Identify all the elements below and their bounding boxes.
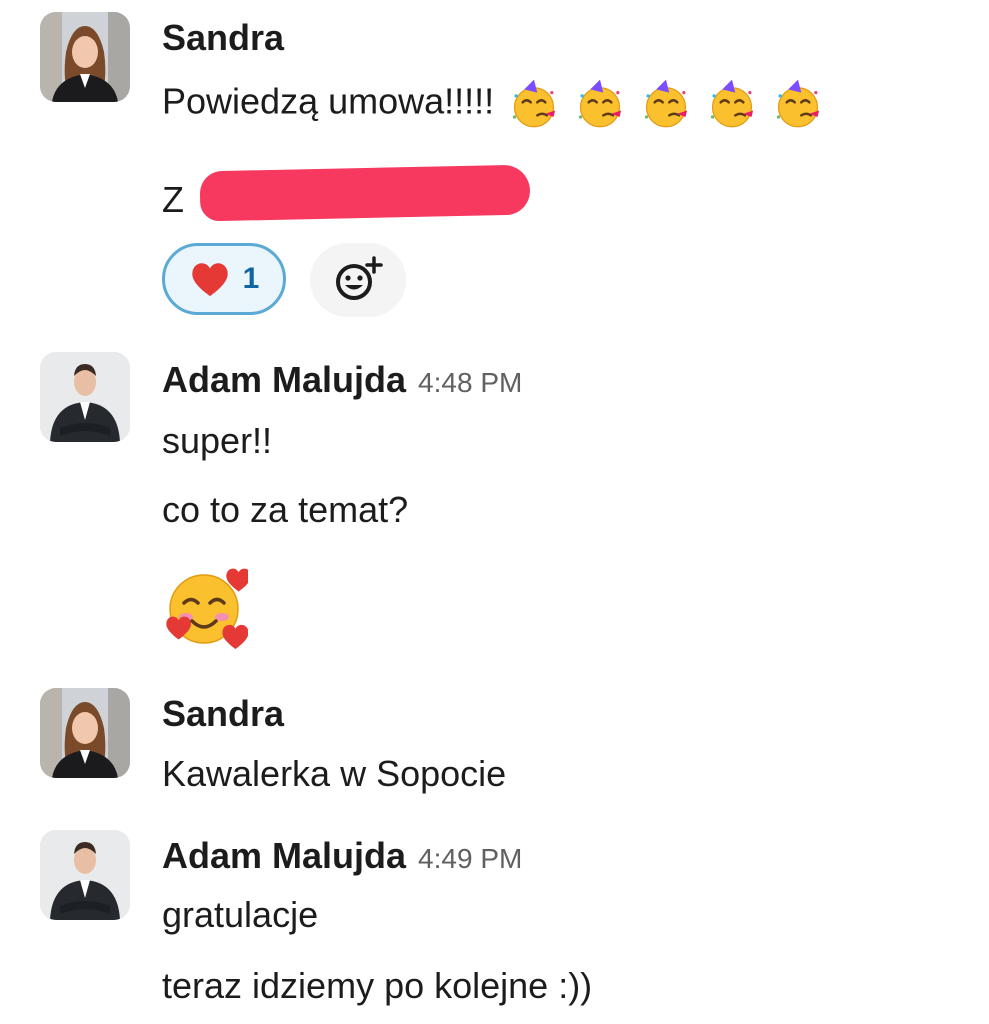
timestamp[interactable]: 4:48 PM	[418, 367, 522, 398]
avatar[interactable]	[40, 352, 130, 442]
message-line: super!!	[162, 420, 273, 461]
partying-face-icon	[640, 78, 692, 130]
message-line: co to za temat?	[162, 489, 409, 530]
author-name-text: Adam Malujda	[162, 835, 407, 876]
avatar[interactable]	[40, 688, 130, 778]
message-line: Z	[162, 179, 184, 220]
message-line: Powiedzą umowa!!!!!	[162, 80, 495, 122]
add-reaction-icon	[336, 256, 383, 300]
partying-face-icon	[706, 78, 758, 130]
avatar[interactable]	[40, 830, 130, 920]
reaction-pill[interactable]: 1	[162, 243, 286, 315]
redaction-mark	[199, 164, 531, 222]
author-name[interactable]: Sandra	[162, 18, 284, 58]
avatar[interactable]	[40, 12, 130, 102]
add-reaction-button[interactable]	[310, 243, 406, 317]
partying-face-icon	[508, 78, 560, 130]
reaction-count: 1	[242, 262, 260, 295]
author-name[interactable]: Sandra	[162, 694, 284, 734]
red-heart-icon	[189, 258, 231, 300]
emoji-group	[508, 78, 838, 130]
partying-face-icon	[574, 78, 626, 130]
author-name[interactable]: Adam Malujda 4:49 PM	[162, 836, 522, 879]
smiling-face-with-hearts-icon	[162, 563, 248, 649]
author-name-text: Adam Malujda	[162, 359, 407, 400]
message-line: gratulacje	[162, 894, 319, 935]
message-line: teraz idziemy po kolejne :))	[162, 965, 593, 1006]
message-text: Powiedzą umowa!!!!!	[162, 78, 838, 130]
message-line: Kawalerka w Sopocie	[162, 753, 507, 794]
partying-face-icon	[772, 78, 824, 130]
timestamp[interactable]: 4:49 PM	[418, 843, 522, 874]
author-name[interactable]: Adam Malujda 4:48 PM	[162, 360, 522, 403]
